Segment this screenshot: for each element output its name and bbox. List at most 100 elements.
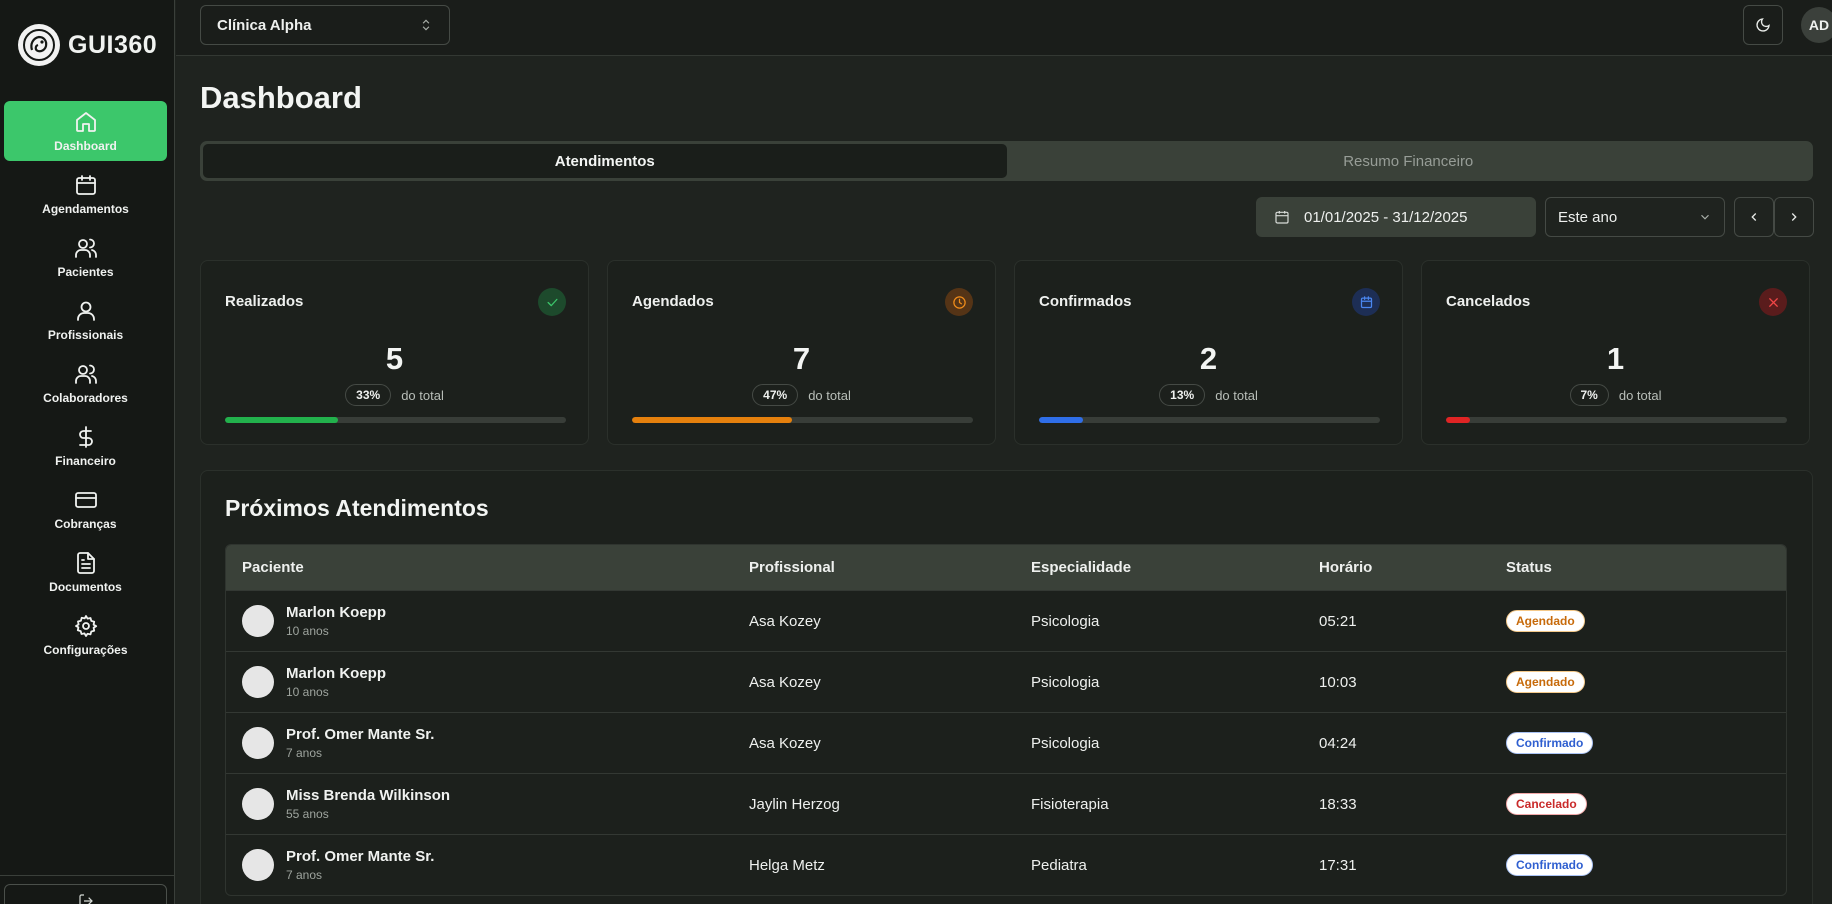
tab-atendimentos[interactable]: Atendimentos (203, 144, 1007, 178)
date-range-picker[interactable]: 01/01/2025 - 31/12/2025 (1256, 197, 1536, 237)
stat-card-title: Confirmados (1039, 293, 1132, 310)
sidebar-item-agendamentos[interactable]: Agendamentos (4, 164, 167, 224)
logout-icon (78, 894, 93, 904)
stat-card-percent-label: do total (401, 387, 444, 403)
sidebar-item-configuracoes[interactable]: Configurações (4, 605, 167, 665)
users-icon (74, 364, 97, 384)
moon-icon (1756, 18, 1770, 32)
stat-card-percent-label: do total (1618, 387, 1662, 403)
status-badge: Agendado (1506, 610, 1585, 632)
chevron-left-icon (1751, 213, 1757, 221)
tab-resumo-financeiro[interactable]: Resumo Financeiro (1007, 144, 1811, 178)
stat-card-value: 7 (792, 341, 811, 376)
patient-name: Marlon Koepp (286, 665, 386, 682)
sidebar-item-cobrancas[interactable]: Cobranças (4, 479, 167, 539)
time-cell: 05:21 (1319, 612, 1357, 630)
table-row[interactable]: Marlon Koepp 10 anos Asa Kozey Psicologi… (226, 590, 1786, 651)
logout-button[interactable] (4, 884, 167, 904)
upcoming-appointments-panel: Próximos Atendimentos Paciente Profissio… (200, 470, 1813, 904)
time-cell: 10:03 (1319, 673, 1357, 691)
stat-card-value: 2 (1199, 341, 1218, 376)
stat-card-percent-row: 47% do total (608, 384, 995, 406)
sidebar-item-label: Profissionais (47, 327, 124, 342)
column-header-status[interactable]: Status (1506, 559, 1786, 576)
patient-cell: Prof. Omer Mante Sr. 7 anos (226, 848, 749, 882)
dollar-icon (78, 425, 93, 448)
stat-card-progress (1039, 417, 1380, 423)
stat-card-progress (632, 417, 973, 423)
section-title: Próximos Atendimentos (225, 495, 489, 521)
column-header-profissional[interactable]: Profissional (749, 559, 1031, 576)
stat-card-progress (1446, 417, 1787, 423)
specialty-cell: Psicologia (1031, 673, 1100, 691)
stat-card-percent-row: 7% do total (1422, 384, 1809, 406)
sidebar-item-label: Documentos (49, 579, 122, 594)
appointments-table: Paciente Profissional Especialidade Horá… (225, 544, 1787, 896)
previous-period-button[interactable] (1734, 197, 1774, 237)
stat-card-percent-row: 33% do total (201, 384, 588, 406)
patient-name: Marlon Koepp (286, 604, 386, 621)
sidebar-item-label: Dashboard (54, 138, 117, 153)
column-header-paciente[interactable]: Paciente (226, 559, 749, 576)
period-select[interactable]: Este ano (1545, 197, 1725, 237)
stat-card-progress-fill (1039, 417, 1084, 423)
sidebar-item-financeiro[interactable]: Financeiro (4, 416, 167, 476)
clinic-select-value: Clínica Alpha (217, 16, 312, 34)
avatar (242, 788, 274, 820)
logo-text: GUI360 (68, 30, 158, 59)
column-header-horario[interactable]: Horário (1319, 559, 1506, 576)
stat-card-percent-label: do total (1215, 387, 1258, 403)
stat-card-cancelados: Cancelados 1 7% do total (1421, 260, 1810, 445)
stat-card-progress-fill (1446, 417, 1470, 423)
next-period-button[interactable] (1774, 197, 1814, 237)
theme-toggle-button[interactable] (1743, 5, 1783, 45)
sidebar-item-documentos[interactable]: Documentos (4, 542, 167, 602)
home-icon (75, 111, 96, 132)
stat-card-percent: 13% (1159, 384, 1206, 406)
stat-card-percent-label: do total (808, 387, 851, 403)
patient-cell: Marlon Koepp 10 anos (226, 604, 749, 638)
status-badge: Confirmado (1506, 732, 1594, 754)
time-cell: 17:31 (1319, 856, 1357, 874)
stat-card-progress-fill (632, 417, 793, 423)
table-row[interactable]: Marlon Koepp 10 anos Asa Kozey Psicologi… (226, 651, 1786, 712)
calendar-icon (1352, 288, 1380, 316)
period-select-value: Este ano (1558, 208, 1618, 226)
logo-icon (18, 24, 60, 66)
sidebar-item-label: Colaboradores (43, 390, 128, 405)
user-icon (76, 301, 95, 321)
stat-card-agendados: Agendados 7 47% do total (607, 260, 996, 445)
sidebar-item-profissionais[interactable]: Profissionais (4, 290, 167, 350)
sidebar-item-pacientes[interactable]: Pacientes (4, 227, 167, 287)
tabs: Atendimentos Resumo Financeiro (200, 141, 1813, 181)
stat-card-percent: 47% (752, 384, 799, 406)
clinic-select[interactable]: Clínica Alpha (200, 5, 450, 45)
time-cell: 18:33 (1319, 795, 1357, 813)
file-icon (76, 551, 95, 574)
stat-card-percent-row: 13% do total (1015, 384, 1402, 406)
status-badge: Cancelado (1506, 793, 1587, 815)
professional-cell: Helga Metz (749, 856, 825, 874)
logo[interactable]: GUI360 (18, 24, 157, 66)
stat-card-title: Cancelados (1446, 293, 1531, 310)
stat-card-confirmados: Confirmados 2 13% do total (1014, 260, 1403, 445)
table-header: Paciente Profissional Especialidade Horá… (226, 545, 1786, 590)
table-row[interactable]: Prof. Omer Mante Sr. 7 anos Helga Metz P… (226, 834, 1786, 895)
stat-card-value: 5 (385, 341, 404, 376)
sidebar-item-dashboard[interactable]: Dashboard (4, 101, 167, 161)
user-avatar[interactable]: AD (1801, 7, 1832, 43)
top-bar: Clínica Alpha AD (176, 0, 1832, 56)
column-header-especialidade[interactable]: Especialidade (1031, 559, 1319, 576)
patient-cell: Miss Brenda Wilkinson 55 anos (226, 787, 749, 821)
stat-card-progress (225, 417, 566, 423)
sidebar-item-colaboradores[interactable]: Colaboradores (4, 353, 167, 413)
table-row[interactable]: Prof. Omer Mante Sr. 7 anos Asa Kozey Ps… (226, 712, 1786, 773)
specialty-cell: Psicologia (1031, 734, 1100, 752)
sidebar: GUI360 Dashboard Agendamentos Pacientes … (0, 0, 175, 904)
calendar-icon (75, 174, 96, 195)
patient-cell: Prof. Omer Mante Sr. 7 anos (226, 726, 749, 760)
sidebar-item-label: Cobranças (54, 516, 117, 531)
table-row[interactable]: Miss Brenda Wilkinson 55 anos Jaylin Her… (226, 773, 1786, 834)
page-title: Dashboard (200, 80, 362, 115)
x-icon (1759, 288, 1787, 316)
